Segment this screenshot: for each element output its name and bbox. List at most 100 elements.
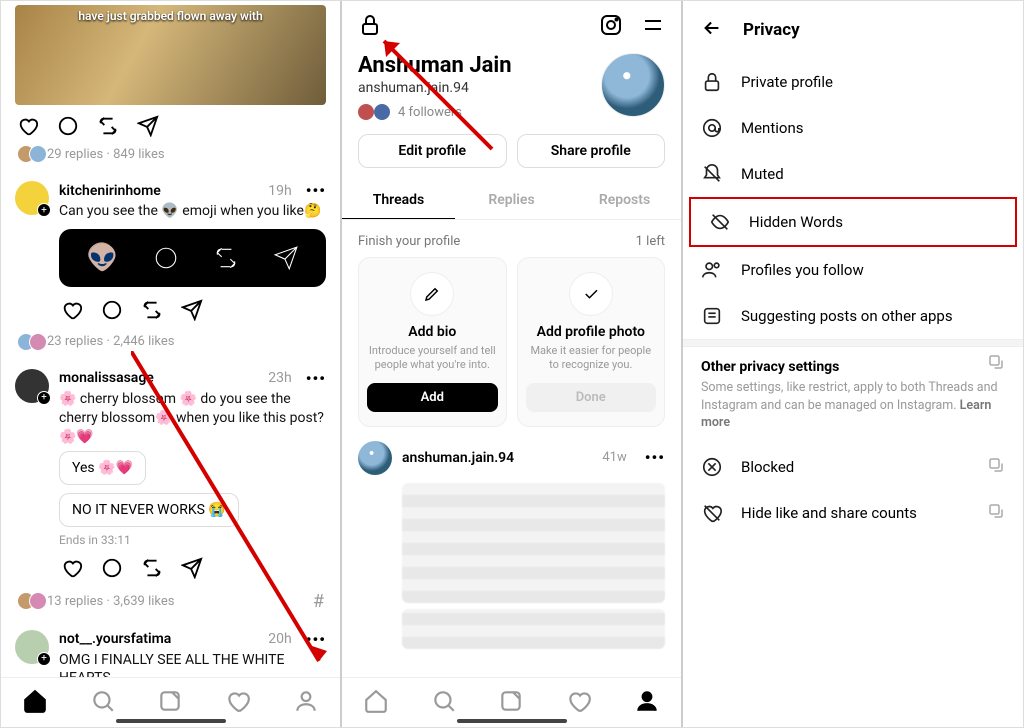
- repost-icon[interactable]: [97, 115, 119, 141]
- setting-private-profile[interactable]: Private profile: [683, 59, 1023, 105]
- tab-search[interactable]: [431, 688, 457, 718]
- tab-reposts[interactable]: Reposts: [568, 182, 681, 219]
- tab-activity[interactable]: [225, 688, 251, 718]
- hashtag-icon[interactable]: #: [313, 591, 324, 612]
- edit-profile-button[interactable]: Edit profile: [358, 134, 507, 168]
- like-icon[interactable]: [17, 115, 39, 141]
- repost-icon[interactable]: [141, 299, 163, 325]
- tab-profile[interactable]: [634, 688, 660, 718]
- reply-item[interactable]: + monalissasage 23h ••• 🌸 cherry blossom…: [15, 361, 326, 591]
- reply-time: 19h: [268, 183, 291, 199]
- setting-label: Mentions: [741, 119, 803, 137]
- home-indicator: [457, 719, 567, 723]
- card-subtitle: Make it easier for people to recognize y…: [526, 344, 657, 373]
- tab-replies[interactable]: Replies: [455, 182, 568, 219]
- post-content-blurred: [402, 483, 665, 603]
- more-icon[interactable]: •••: [306, 181, 326, 200]
- tab-profile[interactable]: [293, 688, 319, 718]
- avatar[interactable]: +: [15, 181, 49, 215]
- back-icon[interactable]: [701, 17, 723, 43]
- share-icon[interactable]: [137, 115, 159, 141]
- tab-compose[interactable]: [157, 688, 183, 718]
- follow-plus-icon[interactable]: +: [37, 203, 51, 217]
- tab-activity[interactable]: [566, 688, 592, 718]
- lock-icon[interactable]: [358, 13, 382, 41]
- reply-item[interactable]: + kitchenirinhome 19h ••• Can you see th…: [15, 173, 326, 333]
- setting-label: Private profile: [741, 73, 833, 91]
- repliers-avatars[interactable]: [17, 592, 41, 610]
- repliers-avatars[interactable]: [17, 333, 41, 351]
- setting-suggest-posts[interactable]: Suggesting posts on other apps: [683, 293, 1023, 339]
- share-icon[interactable]: [181, 557, 203, 583]
- card-add-photo: Add profile photo Make it easier for peo…: [517, 257, 666, 427]
- repost-icon[interactable]: [141, 557, 163, 583]
- post-meta[interactable]: 23 replies · 2,446 likes: [47, 334, 174, 349]
- setting-blocked[interactable]: Blocked: [683, 444, 1023, 490]
- add-bio-button[interactable]: Add: [367, 383, 498, 412]
- followers[interactable]: 4 followers: [358, 104, 512, 120]
- setting-label: Hide like and share counts: [741, 504, 917, 522]
- post-image[interactable]: have just grabbed flown away with: [15, 5, 326, 105]
- tab-search[interactable]: [90, 688, 116, 718]
- avatar[interactable]: +: [15, 630, 49, 664]
- tab-home[interactable]: [363, 688, 389, 718]
- card-title: Add bio: [367, 324, 498, 340]
- share-icon[interactable]: [181, 299, 203, 325]
- like-icon[interactable]: [61, 299, 83, 325]
- profile-photo[interactable]: [601, 53, 665, 117]
- share-profile-button[interactable]: Share profile: [517, 134, 666, 168]
- reply-icon[interactable]: [57, 115, 79, 141]
- bottom-tabbar: [342, 677, 681, 727]
- tab-compose[interactable]: [498, 688, 524, 718]
- poll-option[interactable]: NO IT NEVER WORKS 😭: [59, 493, 239, 527]
- avatar[interactable]: [358, 441, 392, 475]
- post-username[interactable]: anshuman.jain.94: [402, 450, 514, 466]
- pencil-icon: [410, 272, 454, 316]
- reply-icon[interactable]: [101, 557, 123, 583]
- post-content-blurred: [402, 609, 665, 649]
- menu-icon[interactable]: [641, 13, 665, 41]
- reply-username[interactable]: kitchenirinhome: [59, 183, 161, 199]
- reply-item[interactable]: + not__.yoursfatima 20h ••• OMG I FINALL…: [15, 622, 326, 677]
- setting-hidden-words[interactable]: Hidden Words: [691, 199, 1015, 245]
- media-card[interactable]: 👽: [59, 229, 326, 287]
- other-subtitle: Some settings, like restrict, apply to b…: [701, 379, 1005, 432]
- home-indicator: [116, 719, 226, 723]
- tab-threads[interactable]: Threads: [342, 182, 455, 219]
- repliers-avatars[interactable]: [17, 145, 41, 163]
- post-meta[interactable]: 13 replies · 3,639 likes: [47, 594, 174, 609]
- more-icon[interactable]: •••: [645, 448, 665, 467]
- own-post[interactable]: anshuman.jain.94 41w •••: [342, 427, 681, 649]
- check-icon: [569, 272, 613, 316]
- more-icon[interactable]: •••: [306, 369, 326, 388]
- setting-muted[interactable]: Muted: [683, 151, 1023, 197]
- setting-mentions[interactable]: Mentions: [683, 105, 1023, 151]
- poll-option[interactable]: Yes 🌸💗: [59, 451, 146, 485]
- card-subtitle: Introduce yourself and tell people what …: [367, 344, 498, 373]
- follow-plus-icon[interactable]: +: [37, 652, 51, 666]
- reply-text: Can you see the 👽 emoji when you like🤔: [59, 202, 326, 221]
- privacy-pane: Privacy Private profile Mentions Muted H…: [683, 1, 1023, 727]
- finish-profile-left: 1 left: [636, 234, 665, 249]
- alien-icon: 👽: [86, 243, 118, 273]
- avatar[interactable]: +: [15, 369, 49, 403]
- reply-icon[interactable]: [101, 299, 123, 325]
- tab-home[interactable]: [22, 688, 48, 718]
- other-privacy-section[interactable]: Other privacy settings Some settings, li…: [683, 347, 1023, 444]
- follow-plus-icon[interactable]: +: [37, 391, 51, 405]
- setting-profiles-follow[interactable]: Profiles you follow: [683, 247, 1023, 293]
- followers-count: 4 followers: [398, 105, 462, 120]
- instagram-icon[interactable]: [599, 13, 623, 41]
- reply-username[interactable]: not__.yoursfatima: [59, 631, 171, 647]
- feed-pane: have just grabbed flown away with 29 rep…: [1, 1, 340, 727]
- reply-username[interactable]: monalissasage: [59, 370, 154, 386]
- like-icon[interactable]: [61, 557, 83, 583]
- reply-time: 23h: [268, 370, 291, 386]
- external-icon: [987, 502, 1005, 524]
- setting-hide-counts[interactable]: Hide like and share counts: [683, 490, 1023, 536]
- poll-ends: Ends in 33:11: [59, 533, 326, 547]
- more-icon[interactable]: •••: [306, 630, 326, 649]
- post-meta[interactable]: 29 replies · 849 likes: [47, 147, 165, 162]
- bottom-tabbar: [1, 677, 340, 727]
- setting-label: Blocked: [741, 458, 794, 476]
